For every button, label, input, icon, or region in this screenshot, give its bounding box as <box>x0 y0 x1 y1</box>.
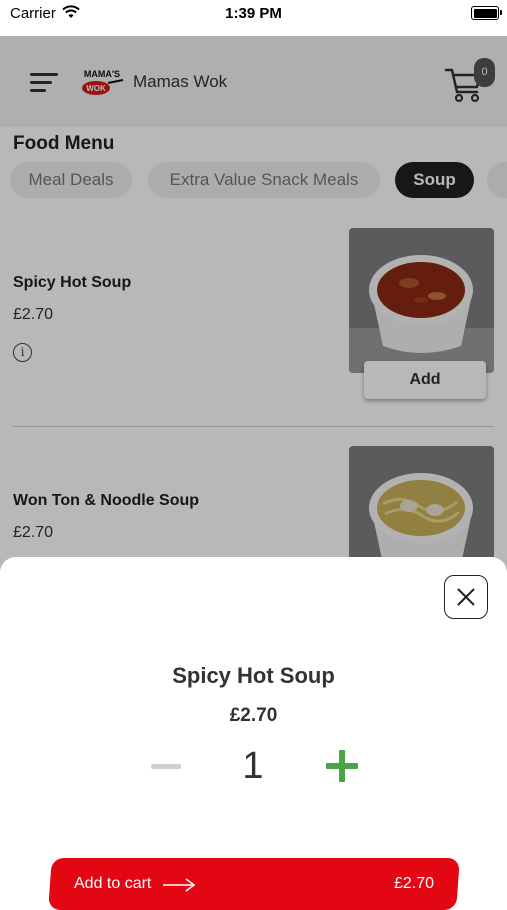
status-bar: Carrier 1:39 PM <box>0 0 507 36</box>
add-to-cart-label: Add to cart <box>74 875 152 892</box>
decrease-quantity-button[interactable] <box>148 743 184 789</box>
app-screen: MAMA'S WOK Mamas Wok 0 Food Menu Meal De… <box>0 36 507 910</box>
add-to-cart-button[interactable]: Add to cart £2.70 <box>48 858 460 910</box>
sheet-item-name: Spicy Hot Soup <box>172 663 335 688</box>
sheet-item-price: £2.70 <box>229 705 278 726</box>
close-button[interactable] <box>444 575 488 619</box>
close-icon <box>457 588 475 606</box>
clock: 1:39 PM <box>225 5 282 22</box>
arrow-right-icon <box>163 878 196 892</box>
increase-quantity-button[interactable] <box>323 747 361 785</box>
quantity-value: 1 <box>242 745 264 787</box>
battery-icon <box>471 6 502 20</box>
add-to-cart-sheet: Spicy Hot Soup £2.70 1 Add to cart £2.70 <box>0 557 507 910</box>
add-to-cart-total: £2.70 <box>393 875 434 892</box>
